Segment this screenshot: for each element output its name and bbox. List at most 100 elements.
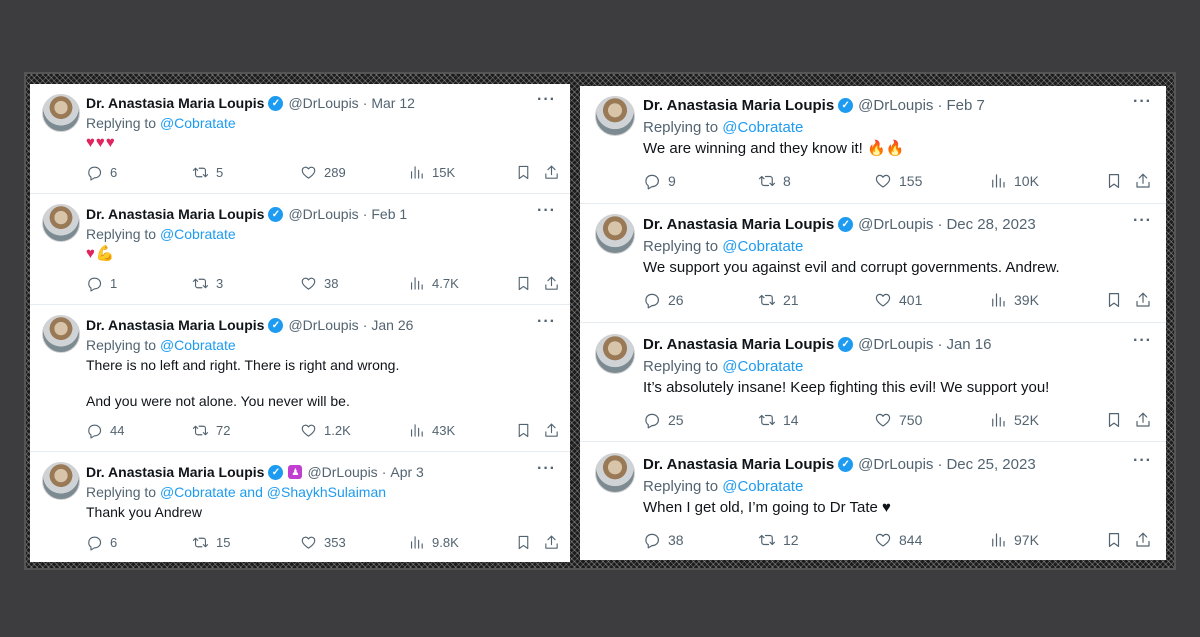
tweet-card[interactable]: Dr. Anastasia Maria Loupis ✓ @DrLoupis ·… (30, 84, 570, 194)
author-handle[interactable]: @DrLoupis (288, 317, 358, 333)
affiliate-badge-icon[interactable]: ♟ (288, 465, 303, 479)
retweet-button[interactable]: 15 (192, 534, 230, 551)
reply-button[interactable]: 6 (86, 534, 117, 551)
author-name[interactable]: Dr. Anastasia Maria Loupis (86, 317, 264, 333)
tweet-date[interactable]: Jan 16 (946, 336, 991, 353)
retweet-button[interactable]: 3 (192, 275, 223, 292)
views-button[interactable]: 4.7K (408, 275, 459, 292)
share-button[interactable] (1134, 411, 1152, 429)
like-button[interactable]: 844 (874, 531, 922, 549)
like-button[interactable]: 38 (300, 275, 338, 292)
avatar[interactable] (595, 453, 635, 493)
avatar[interactable] (42, 462, 80, 500)
avatar[interactable] (595, 214, 635, 254)
avatar[interactable] (42, 204, 80, 242)
retweet-button[interactable]: 12 (758, 531, 799, 549)
author-name[interactable]: Dr. Anastasia Maria Loupis (643, 97, 834, 114)
more-options-icon[interactable]: ··· (1133, 93, 1152, 111)
author-name[interactable]: Dr. Anastasia Maria Loupis (643, 216, 834, 233)
replying-to-mention[interactable]: @Cobratate (722, 119, 803, 136)
like-button[interactable]: 155 (874, 172, 922, 190)
more-options-icon[interactable]: ··· (537, 313, 556, 331)
more-options-icon[interactable]: ··· (537, 460, 556, 478)
tweet-date[interactable]: Dec 28, 2023 (946, 216, 1035, 233)
replying-to-mention[interactable]: @Cobratate (722, 358, 803, 375)
reply-button[interactable]: 38 (643, 531, 684, 549)
author-handle[interactable]: @DrLoupis (307, 464, 377, 480)
views-button[interactable]: 43K (408, 422, 455, 439)
retweet-button[interactable]: 8 (758, 172, 791, 190)
views-button[interactable]: 52K (989, 411, 1039, 429)
tweet-card[interactable]: Dr. Anastasia Maria Loupis ✓ @DrLoupis ·… (30, 194, 570, 305)
bookmark-button[interactable] (1105, 531, 1123, 549)
avatar[interactable] (42, 94, 80, 132)
author-name[interactable]: Dr. Anastasia Maria Loupis (86, 95, 264, 111)
avatar[interactable] (595, 334, 635, 374)
like-button[interactable]: 289 (300, 164, 346, 181)
bookmark-button[interactable] (515, 422, 532, 439)
author-name[interactable]: Dr. Anastasia Maria Loupis (643, 336, 834, 353)
tweet-date[interactable]: Dec 25, 2023 (946, 456, 1035, 473)
tweet-date[interactable]: Jan 26 (371, 317, 413, 333)
share-button[interactable] (1134, 172, 1152, 190)
retweet-button[interactable]: 5 (192, 164, 223, 181)
reply-button[interactable]: 25 (643, 411, 684, 429)
views-button[interactable]: 15K (408, 164, 455, 181)
author-handle[interactable]: @DrLoupis (858, 216, 933, 233)
retweet-button[interactable]: 14 (758, 411, 799, 429)
like-button[interactable]: 1.2K (300, 422, 351, 439)
bookmark-button[interactable] (1105, 411, 1123, 429)
reply-button[interactable]: 6 (86, 164, 117, 181)
author-handle[interactable]: @DrLoupis (288, 95, 358, 111)
avatar[interactable] (595, 96, 635, 136)
author-name[interactable]: Dr. Anastasia Maria Loupis (86, 206, 264, 222)
tweet-date[interactable]: Mar 12 (371, 95, 415, 111)
reply-button[interactable]: 44 (86, 422, 124, 439)
retweet-button[interactable]: 21 (758, 291, 799, 309)
like-button[interactable]: 750 (874, 411, 922, 429)
views-button[interactable]: 9.8K (408, 534, 459, 551)
tweet-card[interactable]: Dr. Anastasia Maria Loupis ✓ @DrLoupis ·… (580, 204, 1166, 323)
more-options-icon[interactable]: ··· (1133, 332, 1152, 350)
author-name[interactable]: Dr. Anastasia Maria Loupis (643, 456, 834, 473)
share-button[interactable] (1134, 531, 1152, 549)
tweet-date[interactable]: Apr 3 (390, 464, 423, 480)
replying-to-mention[interactable]: @Cobratate (160, 115, 236, 131)
author-handle[interactable]: @DrLoupis (858, 336, 933, 353)
more-options-icon[interactable]: ··· (537, 202, 556, 220)
replying-to-mention[interactable]: @Cobratate (722, 238, 803, 255)
bookmark-button[interactable] (1105, 172, 1123, 190)
reply-button[interactable]: 9 (643, 172, 676, 190)
share-button[interactable] (1134, 291, 1152, 309)
author-handle[interactable]: @DrLoupis (288, 206, 358, 222)
share-button[interactable] (543, 164, 560, 181)
author-name[interactable]: Dr. Anastasia Maria Loupis (86, 464, 264, 480)
views-button[interactable]: 39K (989, 291, 1039, 309)
replying-to-mention[interactable]: @Cobratate (722, 478, 803, 495)
bookmark-button[interactable] (1105, 291, 1123, 309)
tweet-card[interactable]: Dr. Anastasia Maria Loupis ✓ @DrLoupis ·… (580, 86, 1166, 204)
tweet-card[interactable]: Dr. Anastasia Maria Loupis ✓ ♟ @DrLoupis… (30, 452, 570, 562)
retweet-button[interactable]: 72 (192, 422, 230, 439)
reply-button[interactable]: 26 (643, 291, 684, 309)
share-button[interactable] (543, 275, 560, 292)
more-options-icon[interactable]: ··· (1133, 452, 1152, 470)
avatar[interactable] (42, 315, 80, 353)
author-handle[interactable]: @DrLoupis (858, 97, 933, 114)
bookmark-button[interactable] (515, 534, 532, 551)
more-options-icon[interactable]: ··· (537, 91, 556, 109)
tweet-card[interactable]: Dr. Anastasia Maria Loupis ✓ @DrLoupis ·… (580, 442, 1166, 560)
views-button[interactable]: 10K (989, 172, 1039, 190)
more-options-icon[interactable]: ··· (1133, 212, 1152, 230)
replying-to-mention[interactable]: @Cobratate (160, 337, 236, 353)
tweet-card[interactable]: Dr. Anastasia Maria Loupis ✓ @DrLoupis ·… (30, 305, 570, 452)
views-button[interactable]: 97K (989, 531, 1039, 549)
tweet-card[interactable]: Dr. Anastasia Maria Loupis ✓ @DrLoupis ·… (580, 323, 1166, 442)
like-button[interactable]: 401 (874, 291, 922, 309)
reply-button[interactable]: 1 (86, 275, 117, 292)
tweet-date[interactable]: Feb 1 (371, 206, 407, 222)
bookmark-button[interactable] (515, 275, 532, 292)
replying-to-mention[interactable]: @Cobratate and @ShaykhSulaiman (160, 484, 386, 500)
author-handle[interactable]: @DrLoupis (858, 456, 933, 473)
tweet-date[interactable]: Feb 7 (946, 97, 984, 114)
